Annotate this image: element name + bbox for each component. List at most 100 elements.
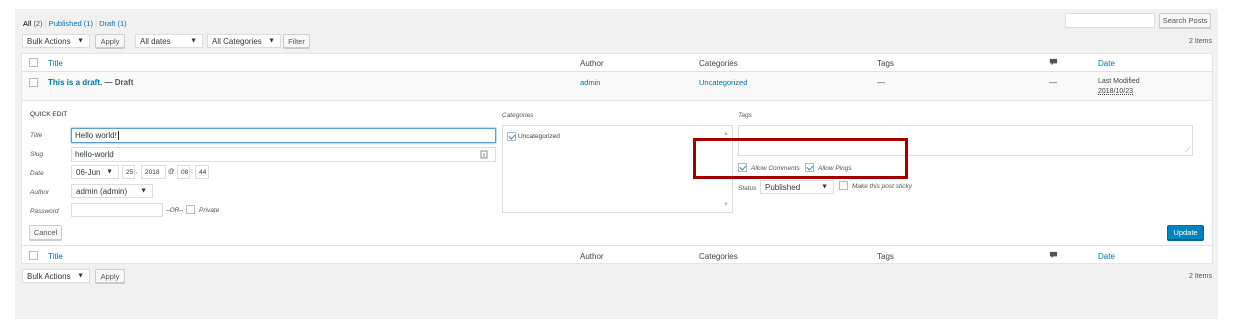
day-input[interactable]: 25 [122, 165, 135, 179]
cancel-button[interactable]: Cancel [29, 225, 62, 240]
view-published-count: (1) [83, 19, 93, 28]
chevron-down-icon: ▼ [140, 187, 147, 195]
categories-filter-value: All Categories [212, 36, 262, 46]
month-select[interactable]: 06-Jun ▼ [71, 165, 119, 179]
scroll-down-icon[interactable]: ▼ [723, 202, 729, 208]
category-item-label: Uncategorized [518, 133, 560, 140]
update-button[interactable]: Update [1167, 225, 1204, 240]
dates-value: All dates [140, 36, 171, 46]
categories-select[interactable]: All Categories ▼ [207, 34, 281, 48]
or-text: –OR– [166, 207, 183, 214]
column-author-bottom: Author [580, 252, 604, 261]
password-input[interactable] [71, 203, 163, 217]
slug-input[interactable]: hello-world [71, 147, 496, 162]
quick-edit-heading: QUICK EDIT [30, 111, 68, 118]
bulk-actions-value: Bulk Actions [27, 36, 71, 46]
column-categories-bottom: Categories [699, 252, 738, 261]
items-count-bottom: 2 Items [1189, 273, 1212, 280]
row-title-link[interactable]: This is a draft. [48, 78, 102, 87]
select-all-checkbox-bottom[interactable] [29, 251, 38, 260]
filter-button[interactable]: Filter [283, 34, 310, 48]
hour-input[interactable]: 08 [177, 165, 190, 179]
year-input[interactable]: 2018 [141, 165, 166, 179]
status-select[interactable]: Published ▼ [760, 180, 834, 194]
view-published-label[interactable]: Published [49, 19, 82, 28]
date-label: Date [30, 170, 44, 177]
view-all-label[interactable]: All [23, 19, 31, 28]
title-input[interactable]: Hello world! [71, 128, 496, 143]
row-tags: — [877, 78, 885, 87]
author-label: Author [30, 189, 50, 196]
speech-bubble-icon[interactable] [1049, 251, 1058, 262]
column-tags: Tags [877, 59, 894, 68]
views-separator: | [95, 19, 98, 28]
author-select[interactable]: admin (admin) ▼ [71, 184, 153, 198]
search-posts-button[interactable]: Search Posts [1159, 13, 1211, 28]
view-published-link[interactable]: Published (1) [49, 19, 93, 28]
row-title-cell: This is a draft. — Draft [48, 78, 133, 87]
column-date-sort-bottom[interactable]: Date [1098, 252, 1115, 261]
chevron-down-icon: ▼ [268, 37, 275, 45]
row-state: — Draft [104, 78, 134, 87]
at-symbol: @ [168, 168, 175, 175]
items-count-top: 2 Items [1189, 38, 1212, 45]
bulk-actions-bottom-value: Bulk Actions [27, 271, 71, 281]
chevron-down-icon: ▼ [821, 183, 828, 191]
table-header-row: Title Author Categories Tags Date [22, 54, 1212, 72]
row-category-link[interactable]: Uncategorized [699, 78, 747, 87]
chevron-down-icon: ▼ [106, 168, 113, 176]
key-icon [480, 150, 488, 161]
apply-button[interactable]: Apply [95, 34, 125, 48]
title-input-value: Hello world! [75, 131, 117, 140]
table-row: This is a draft. — Draft admin Uncategor… [22, 72, 1212, 101]
private-label: Private [199, 207, 220, 214]
status-value: Published [765, 182, 801, 192]
chevron-down-icon: ▼ [77, 272, 84, 280]
status-label: Status [738, 185, 757, 192]
row-author-link[interactable]: admin [580, 78, 600, 87]
chevron-down-icon: ▼ [190, 37, 197, 45]
column-title-sort-bottom[interactable]: Title [48, 252, 63, 261]
sticky-label: Make this post sticky [852, 183, 912, 190]
view-all-count: (2) [33, 19, 43, 28]
column-tags-bottom: Tags [877, 252, 894, 261]
column-categories: Categories [699, 59, 738, 68]
column-date-sort[interactable]: Date [1098, 59, 1115, 68]
dates-select[interactable]: All dates ▼ [135, 34, 203, 48]
author-value: admin (admin) [76, 186, 128, 196]
scroll-up-icon[interactable]: ▲ [723, 131, 729, 137]
highlight-box [693, 138, 908, 179]
slug-label: Slug [30, 151, 44, 158]
search-input[interactable] [1065, 13, 1155, 28]
resize-handle-icon[interactable]: ⟋ [1185, 147, 1190, 155]
minute-input[interactable]: 44 [195, 165, 209, 179]
table-footer-row: Title Author Categories Tags Date [22, 245, 1212, 264]
admin-content-area: All (2) | Published (1) | Draft (1) Sear… [15, 9, 1218, 319]
date-comma: , [136, 169, 138, 175]
quick-edit-panel: QUICK EDIT Title Hello world! Slug hello… [22, 101, 1212, 243]
row-date-value: 2018/10/23 [1098, 88, 1134, 95]
bulk-actions-select-bottom[interactable]: Bulk Actions ▼ [22, 269, 90, 283]
row-date: Last Modified 2018/10/23 [1098, 77, 1140, 97]
view-all-link[interactable]: All (2) [23, 19, 43, 28]
month-value: 06-Jun [76, 167, 101, 177]
chevron-down-icon: ▼ [77, 37, 84, 45]
apply-button-bottom[interactable]: Apply [95, 269, 125, 283]
row-date-label: Last Modified [1098, 78, 1140, 85]
row-checkbox[interactable] [29, 78, 38, 87]
view-draft-count: (1) [117, 19, 127, 28]
private-checkbox[interactable] [186, 205, 195, 214]
subsubsub-views: All (2) | Published (1) | Draft (1) [23, 19, 127, 28]
sticky-checkbox[interactable] [839, 181, 848, 190]
select-all-checkbox[interactable] [29, 58, 38, 67]
tags-label: Tags [738, 112, 752, 119]
category-checkbox-uncategorized[interactable] [507, 132, 516, 141]
column-title-sort[interactable]: Title [48, 59, 63, 68]
categories-label: Categories [502, 112, 534, 119]
posts-table: Title Author Categories Tags Date This i… [21, 53, 1213, 264]
password-label: Password [30, 208, 59, 215]
bulk-actions-select[interactable]: Bulk Actions ▼ [22, 34, 90, 48]
view-draft-link[interactable]: Draft (1) [99, 19, 127, 28]
speech-bubble-icon[interactable] [1049, 58, 1058, 69]
view-draft-label[interactable]: Draft [99, 19, 115, 28]
